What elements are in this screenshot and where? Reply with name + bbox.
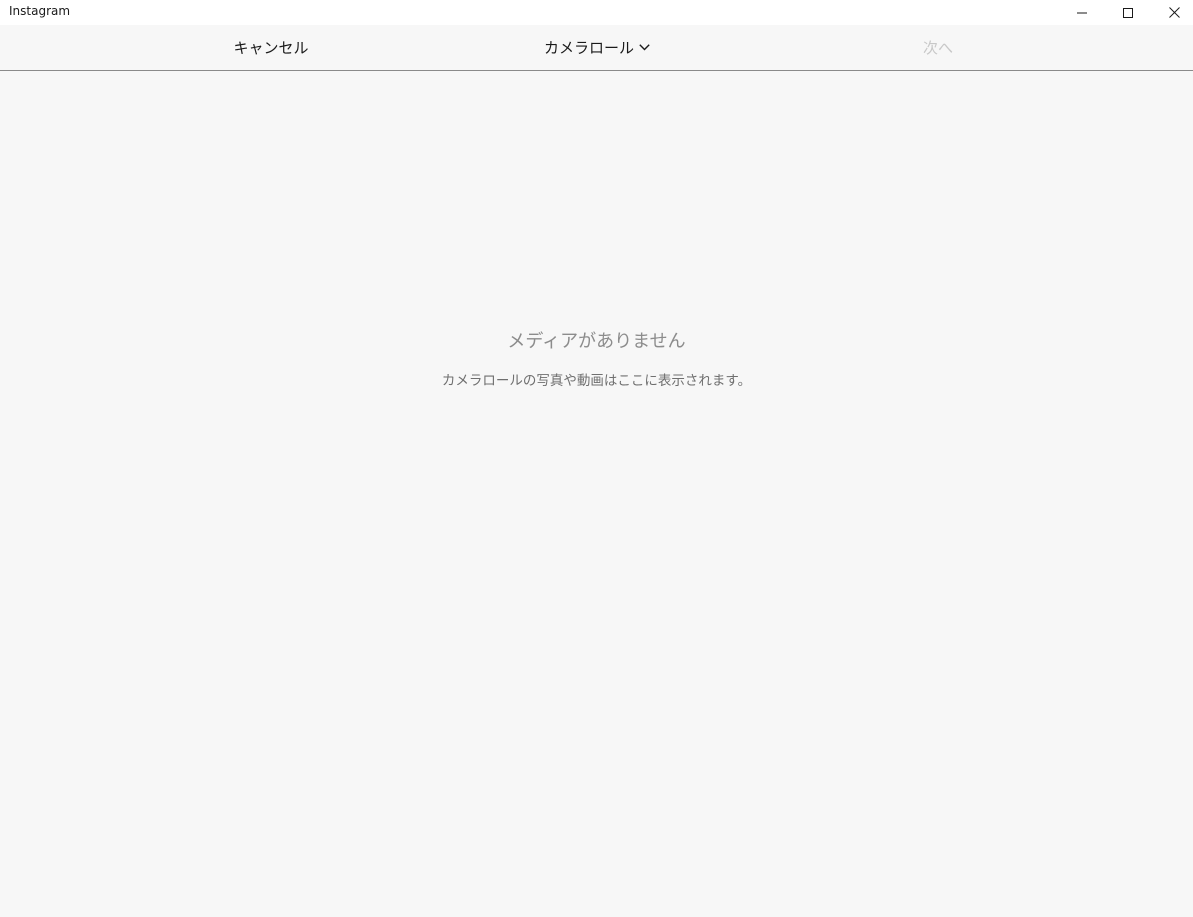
empty-state-title: メディアがありません [507,331,686,352]
next-button[interactable]: 次へ [900,25,976,70]
minimize-button[interactable] [1059,0,1105,25]
close-icon [1168,7,1180,18]
toolbar: キャンセル カメラロール 次へ [0,25,1193,71]
maximize-button[interactable] [1105,0,1151,25]
chevron-down-icon [639,44,650,51]
maximize-icon [1123,7,1133,18]
window-title: Instagram [9,4,71,18]
camera-roll-dropdown[interactable]: カメラロール [540,25,654,70]
empty-state-message: カメラロールの写真や動画はここに表示されます。 [441,373,752,389]
empty-state: メディアがありません カメラロールの写真や動画はここに表示されます。 [0,71,1193,917]
camera-roll-label: カメラロール [543,39,634,57]
cancel-button[interactable]: キャンセル [210,25,332,70]
close-button[interactable] [1151,0,1193,25]
minimize-icon [1077,12,1087,13]
title-bar: Instagram [0,0,1193,25]
